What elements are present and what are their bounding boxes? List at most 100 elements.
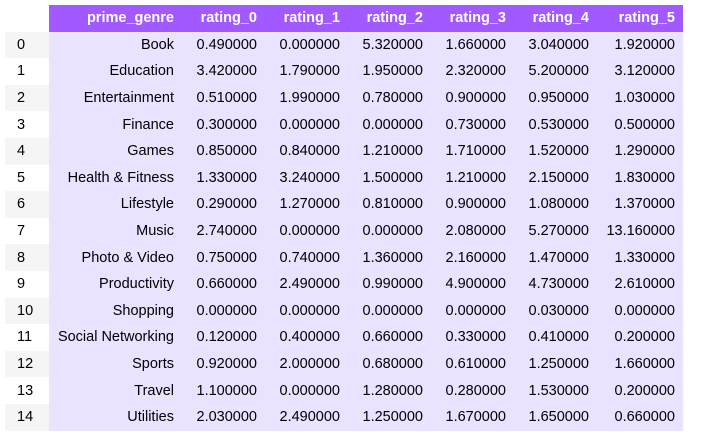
cell-prime-genre: Book (49, 31, 182, 59)
cell-rating-3: 2.080000 (431, 217, 514, 245)
table-row: 0 Book 0.490000 0.000000 5.320000 1.660000 3.0… (5, 31, 683, 59)
cell-rating-0: 0.290000 (182, 191, 265, 218)
row-index: 6 (5, 191, 49, 218)
cell-rating-1: 1.790000 (265, 58, 348, 85)
cell-prime-genre: Utilities (49, 403, 182, 431)
cell-rating-4: 1.080000 (514, 191, 597, 218)
cell-rating-4: 0.410000 (514, 324, 597, 351)
cell-rating-5: 0.200000 (597, 324, 683, 351)
row-index: 11 (5, 324, 49, 351)
table-row: 8 Photo & Video 0.750000 0.740000 1.360000 2.… (5, 244, 683, 271)
cell-prime-genre: Social Networking (49, 324, 182, 351)
cell-rating-1: 3.240000 (265, 164, 348, 192)
cell-rating-1: 2.490000 (265, 270, 348, 298)
cell-rating-5: 1.920000 (597, 31, 683, 59)
cell-rating-3: 0.280000 (431, 377, 514, 404)
cell-rating-4: 1.470000 (514, 244, 597, 271)
cell-rating-4: 0.530000 (514, 111, 597, 138)
column-header-prime-genre: prime_genre (49, 5, 182, 32)
cell-prime-genre: Productivity (49, 270, 182, 298)
cell-rating-0: 0.750000 (182, 244, 265, 271)
cell-rating-5: 0.200000 (597, 377, 683, 404)
cell-rating-3: 0.610000 (431, 350, 514, 378)
table-row: 6 Lifestyle 0.290000 1.270000 0.810000 0.9000… (5, 191, 683, 218)
column-header-rating-4: rating_4 (514, 5, 597, 32)
cell-rating-2: 1.210000 (348, 137, 431, 165)
row-index: 13 (5, 377, 49, 404)
cell-prime-genre: Shopping (49, 297, 182, 325)
cell-rating-0: 0.510000 (182, 84, 265, 112)
column-header-rating-3: rating_3 (431, 5, 514, 32)
cell-rating-3: 1.660000 (431, 31, 514, 59)
cell-rating-3: 1.210000 (431, 164, 514, 192)
row-index: 1 (5, 58, 49, 85)
cell-rating-3: 4.900000 (431, 270, 514, 298)
cell-rating-0: 3.420000 (182, 58, 265, 85)
cell-rating-2: 0.000000 (348, 297, 431, 325)
cell-prime-genre: Finance (49, 111, 182, 138)
cell-rating-2: 0.780000 (348, 84, 431, 112)
cell-rating-1: 0.840000 (265, 137, 348, 165)
cell-rating-3: 1.710000 (431, 137, 514, 165)
cell-rating-3: 0.730000 (431, 111, 514, 138)
cell-rating-3: 2.160000 (431, 244, 514, 271)
row-index: 7 (5, 217, 49, 245)
cell-rating-5: 3.120000 (597, 58, 683, 85)
dataframe-table: prime_genre rating_0 rating_1 rating_2 r… (5, 5, 683, 431)
table-row: 11 Social Networking 0.120000 0.400000 0.660… (5, 324, 683, 351)
cell-rating-1: 0.000000 (265, 377, 348, 404)
cell-rating-0: 2.030000 (182, 403, 265, 431)
cell-rating-0: 2.740000 (182, 217, 265, 245)
cell-rating-2: 1.360000 (348, 244, 431, 271)
row-index: 12 (5, 350, 49, 378)
cell-rating-1: 0.740000 (265, 244, 348, 271)
table-row: 5 Health & Fitness 1.330000 3.240000 1.50000… (5, 164, 683, 192)
table-row: 14 Utilities 2.030000 2.490000 1.250000 1.670… (5, 403, 683, 431)
table-row: 13 Travel 1.100000 0.000000 1.280000 0.280000… (5, 377, 683, 404)
cell-prime-genre: Education (49, 58, 182, 85)
cell-rating-1: 0.000000 (265, 297, 348, 325)
cell-rating-0: 0.920000 (182, 350, 265, 378)
cell-rating-2: 0.000000 (348, 111, 431, 138)
cell-rating-1: 2.490000 (265, 403, 348, 431)
cell-rating-5: 1.330000 (597, 244, 683, 271)
cell-rating-3: 1.670000 (431, 403, 514, 431)
cell-rating-4: 5.270000 (514, 217, 597, 245)
table-row: 12 Sports 0.920000 2.000000 0.680000 0.610000… (5, 350, 683, 378)
cell-rating-3: 0.900000 (431, 84, 514, 112)
row-index: 2 (5, 84, 49, 112)
table-body: 0 Book 0.490000 0.000000 5.320000 1.660000 3.0… (5, 31, 683, 431)
cell-rating-5: 13.160000 (597, 217, 683, 245)
cell-rating-1: 0.000000 (265, 217, 348, 245)
cell-rating-5: 0.000000 (597, 297, 683, 325)
cell-rating-5: 0.500000 (597, 111, 683, 138)
row-index: 14 (5, 403, 49, 431)
cell-rating-2: 0.810000 (348, 191, 431, 218)
cell-rating-4: 1.530000 (514, 377, 597, 404)
cell-prime-genre: Travel (49, 377, 182, 404)
cell-rating-3: 0.900000 (431, 191, 514, 218)
cell-prime-genre: Health & Fitness (49, 164, 182, 192)
cell-rating-5: 1.660000 (597, 350, 683, 378)
cell-prime-genre: Games (49, 137, 182, 165)
cell-rating-0: 1.100000 (182, 377, 265, 404)
cell-rating-5: 2.610000 (597, 270, 683, 298)
table-row: 7 Music 2.740000 0.000000 0.000000 2.080000 5.… (5, 217, 683, 245)
cell-rating-4: 1.650000 (514, 403, 597, 431)
column-header-rating-2: rating_2 (348, 5, 431, 32)
cell-rating-4: 5.200000 (514, 58, 597, 85)
table-row: 3 Finance 0.300000 0.000000 0.000000 0.730000… (5, 111, 683, 138)
row-index: 9 (5, 270, 49, 298)
table-row: 9 Productivity 0.660000 2.490000 0.990000 4.9… (5, 270, 683, 298)
cell-rating-3: 0.000000 (431, 297, 514, 325)
cell-rating-2: 5.320000 (348, 31, 431, 59)
table-row: 1 Education 3.420000 1.790000 1.950000 2.3200… (5, 58, 683, 85)
row-index: 3 (5, 111, 49, 138)
cell-rating-0: 0.300000 (182, 111, 265, 138)
cell-rating-1: 1.270000 (265, 191, 348, 218)
cell-rating-0: 0.120000 (182, 324, 265, 351)
cell-rating-2: 0.660000 (348, 324, 431, 351)
cell-rating-2: 0.680000 (348, 350, 431, 378)
cell-rating-0: 0.000000 (182, 297, 265, 325)
cell-rating-4: 1.520000 (514, 137, 597, 165)
